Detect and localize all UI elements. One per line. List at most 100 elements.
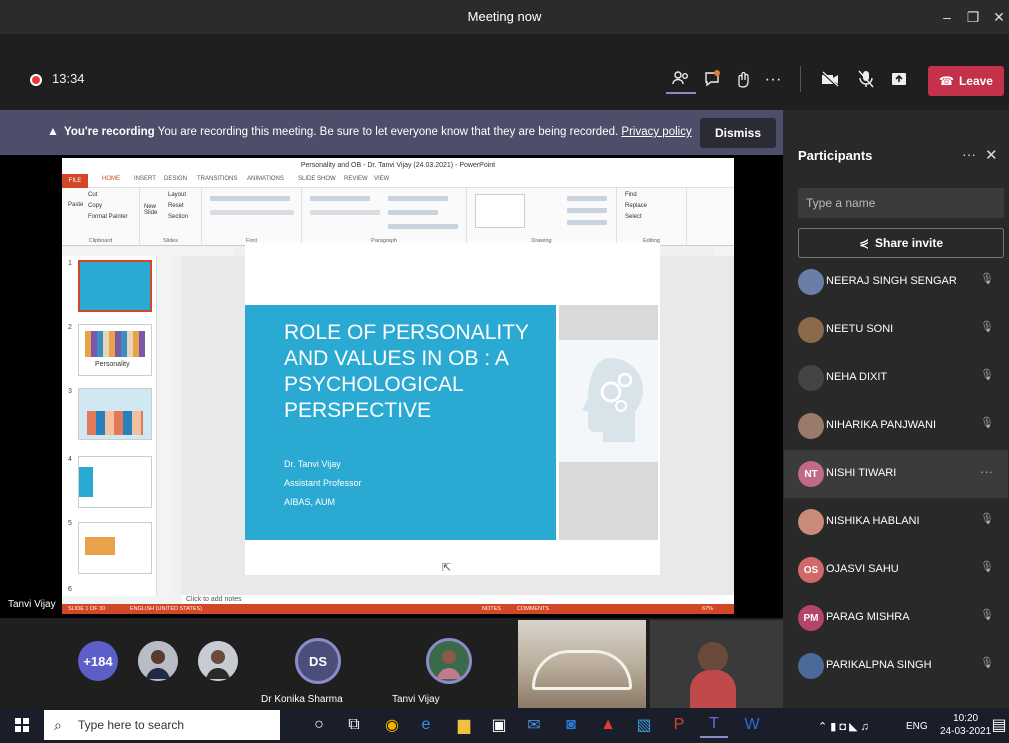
mic-muted-icon[interactable]: 🎙 xyxy=(980,656,994,669)
paste-button[interactable]: Paste xyxy=(68,202,83,208)
participant-row[interactable]: PARIKALPNA SINGH 🎙 xyxy=(784,642,1008,690)
section-button[interactable]: Section xyxy=(168,214,188,220)
participant-row[interactable]: OS OJASVI SAHU 🎙 xyxy=(784,546,1008,594)
camera-off-icon[interactable] xyxy=(815,64,845,94)
edge-icon[interactable]: e xyxy=(412,712,440,738)
mail-icon[interactable]: ✉ xyxy=(520,712,548,738)
chat-icon[interactable] xyxy=(697,64,727,94)
participant-row[interactable]: NEETU SONI 🎙 xyxy=(784,306,1008,354)
cut-button[interactable]: Cut xyxy=(88,192,97,198)
find-button[interactable]: Find xyxy=(625,192,637,198)
paragraph-align-row[interactable] xyxy=(310,210,380,215)
copy-button[interactable]: Copy xyxy=(88,203,102,209)
participant-row[interactable]: NT NISHI TIWARI ··· xyxy=(784,450,1008,498)
slide-thumbnail[interactable] xyxy=(78,456,152,508)
language-indicator[interactable]: ENG xyxy=(906,721,928,732)
mic-muted-icon[interactable]: 🎙 xyxy=(980,368,994,381)
align-text-row[interactable] xyxy=(388,210,438,215)
reset-button[interactable]: Reset xyxy=(168,203,184,209)
participant-row[interactable]: PM PARAG MISHRA 🎙 xyxy=(784,594,1008,642)
overflow-count[interactable]: +184 xyxy=(78,641,118,681)
leave-button[interactable]: ☎ Leave xyxy=(928,66,1004,96)
smartart-row[interactable] xyxy=(388,224,458,229)
participant-avatar-ds[interactable]: DS xyxy=(295,638,341,684)
notifications-icon[interactable]: ▤ xyxy=(985,712,1009,738)
mic-muted-icon[interactable]: 🎙 xyxy=(980,608,994,621)
minimize-icon[interactable]: – xyxy=(934,0,960,34)
new-slide-button[interactable]: New Slide xyxy=(144,204,164,216)
acrobat-icon[interactable]: ▲ xyxy=(594,712,622,738)
photos-icon[interactable]: ▧ xyxy=(630,712,658,738)
app-icon[interactable]: ◙ xyxy=(557,712,585,738)
share-screen-icon[interactable] xyxy=(884,64,914,94)
mic-muted-icon[interactable]: 🎙 xyxy=(980,512,994,525)
word-icon[interactable]: W xyxy=(738,712,766,738)
ppt-tab-view[interactable]: VIEW xyxy=(374,176,389,182)
participant-video-tile[interactable] xyxy=(650,620,783,708)
more-options-icon[interactable]: ··· xyxy=(962,146,976,162)
mic-off-icon[interactable] xyxy=(851,64,881,94)
taskbar-search-input[interactable]: Type here to search xyxy=(44,710,280,740)
slide-thumbnail[interactable] xyxy=(78,522,152,574)
font-name-box[interactable] xyxy=(210,196,290,201)
mic-muted-icon[interactable]: 🎙 xyxy=(980,272,994,285)
taskbar-clock[interactable]: 10:20 24-03-2021 xyxy=(940,712,991,738)
format-painter-button[interactable]: Format Painter xyxy=(88,214,128,220)
privacy-policy-link[interactable]: Privacy policy xyxy=(621,126,691,138)
ppt-tab-design[interactable]: DESIGN xyxy=(164,176,187,182)
shape-effects-row[interactable] xyxy=(567,220,607,225)
more-options-icon[interactable]: ··· xyxy=(758,64,788,94)
participant-search-input[interactable]: Type a name xyxy=(798,188,1004,218)
participant-row[interactable]: NEERAJ SINGH SENGAR 🎙 xyxy=(784,258,1008,306)
ppt-tab-review[interactable]: REVIEW xyxy=(344,176,368,182)
participant-row[interactable]: NIHARIKA PANJWANI 🎙 xyxy=(784,402,1008,450)
participant-video-tile[interactable] xyxy=(518,620,646,708)
task-view-icon[interactable]: ⧉ xyxy=(340,712,368,738)
ppt-tab-slideshow[interactable]: SLIDE SHOW xyxy=(298,176,336,182)
maximize-icon[interactable]: ❐ xyxy=(960,0,986,34)
close-icon[interactable]: ✕ xyxy=(986,0,1009,34)
teams-icon[interactable]: T xyxy=(700,712,728,738)
ppt-tab-transitions[interactable]: TRANSITIONS xyxy=(197,176,237,182)
text-direction-row[interactable] xyxy=(388,196,448,201)
replace-button[interactable]: Replace xyxy=(625,203,647,209)
participants-icon[interactable] xyxy=(666,64,696,94)
notes-button[interactable]: NOTES xyxy=(482,604,501,614)
cortana-icon[interactable]: ○ xyxy=(305,712,333,738)
chrome-icon[interactable]: ◉ xyxy=(378,712,406,738)
reactions-icon[interactable] xyxy=(728,64,758,94)
dismiss-button[interactable]: Dismiss xyxy=(700,118,776,148)
participant-avatar[interactable] xyxy=(198,641,238,681)
shape-fill-row[interactable] xyxy=(567,196,607,201)
ppt-tab-file[interactable]: FILE xyxy=(62,174,88,188)
participant-row[interactable]: NISHIKA HABLANI 🎙 xyxy=(784,498,1008,546)
share-invite-button[interactable]: ⋞ Share invite xyxy=(798,228,1004,258)
font-format-row[interactable] xyxy=(210,210,294,215)
zoom-level[interactable]: 67% xyxy=(702,604,713,614)
paragraph-list-row[interactable] xyxy=(310,196,370,201)
ppt-tab-home[interactable]: HOME xyxy=(102,176,120,182)
mic-muted-icon[interactable]: 🎙 xyxy=(980,320,994,333)
more-options-icon[interactable]: ··· xyxy=(980,464,993,479)
shapes-gallery[interactable] xyxy=(475,194,525,228)
slide-thumbnail[interactable] xyxy=(78,388,152,440)
mic-muted-icon[interactable]: 🎙 xyxy=(980,416,994,429)
shape-outline-row[interactable] xyxy=(567,208,607,213)
powerpoint-icon[interactable]: P xyxy=(665,712,693,738)
file-explorer-icon[interactable]: ▆ xyxy=(450,712,478,738)
slide-thumbnail[interactable] xyxy=(78,260,152,312)
participant-row[interactable]: NEHA DIXIT 🎙 xyxy=(784,354,1008,402)
store-icon[interactable]: ▣ xyxy=(485,712,513,738)
comments-button[interactable]: COMMENTS xyxy=(517,604,549,614)
ppt-tab-insert[interactable]: INSERT xyxy=(134,176,156,182)
select-button[interactable]: Select xyxy=(625,214,642,220)
participant-avatar[interactable] xyxy=(138,641,178,681)
windows-start-icon[interactable] xyxy=(8,712,36,738)
participant-avatar[interactable] xyxy=(426,638,472,684)
close-icon[interactable]: ✕ xyxy=(985,146,998,164)
layout-button[interactable]: Layout xyxy=(168,192,186,198)
system-tray-icons[interactable]: ⌃ ▮ ◘ ◣ ♫ xyxy=(818,720,869,733)
mic-muted-icon[interactable]: 🎙 xyxy=(980,560,994,573)
ppt-tab-animations[interactable]: ANIMATIONS xyxy=(247,176,284,182)
slide-thumbnail[interactable]: Personality xyxy=(78,324,152,376)
